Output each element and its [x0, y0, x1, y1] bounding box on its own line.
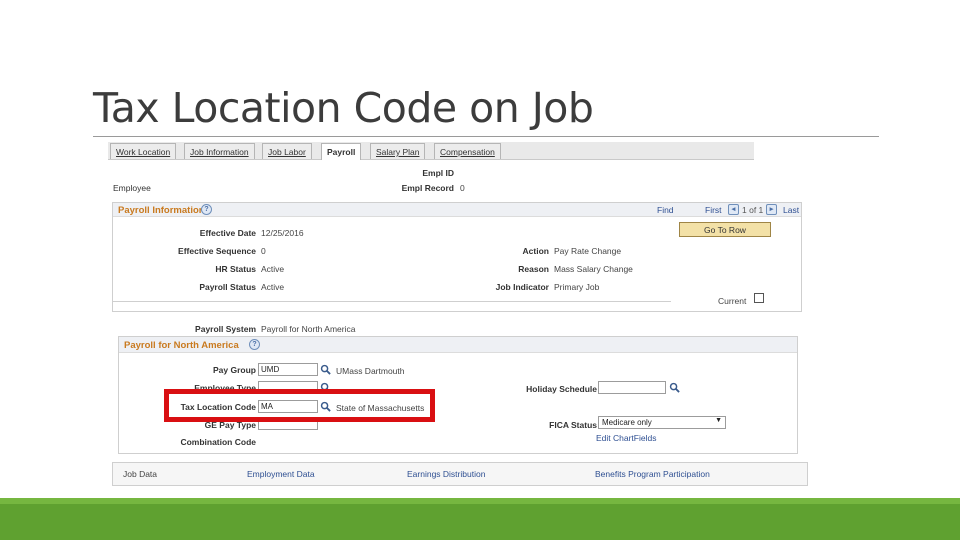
job-indicator-label: Job Indicator: [495, 282, 549, 292]
first-link[interactable]: First: [705, 205, 722, 215]
holiday-schedule-input[interactable]: [598, 381, 666, 394]
slide-title: Tax Location Code on Job: [93, 84, 594, 132]
empl-record-label: Empl Record: [401, 183, 454, 193]
payroll-information-group: Payroll Information ? Find First ◂ 1 of …: [112, 202, 802, 312]
help-icon[interactable]: ?: [249, 339, 260, 350]
pay-group-search-icon[interactable]: [320, 364, 331, 375]
last-link[interactable]: Last: [783, 205, 799, 215]
holiday-schedule-label: Holiday Schedule: [526, 384, 597, 394]
footer-accent-line: [0, 498, 960, 504]
tab-compensation[interactable]: Compensation: [434, 143, 501, 159]
footer-employment-data[interactable]: Employment Data: [247, 469, 315, 479]
reason-label: Reason: [518, 264, 549, 274]
effective-sequence-label: Effective Sequence: [178, 246, 256, 256]
footer-accent-band: [0, 498, 960, 540]
payroll-information-title: Payroll Information: [118, 205, 205, 216]
empl-id-label: Empl ID: [422, 168, 454, 178]
hr-status-value: Active: [261, 264, 285, 274]
current-label: Current: [718, 296, 747, 306]
fica-status-value: Medicare only: [602, 418, 652, 427]
go-to-row-button[interactable]: Go To Row: [679, 222, 771, 237]
pay-group-label: Pay Group: [213, 365, 256, 375]
payroll-information-header: Payroll Information ? Find First ◂ 1 of …: [113, 203, 801, 217]
holiday-schedule-search-icon[interactable]: [669, 382, 680, 393]
peoplesoft-screenshot: Work Location Job Information Job Labor …: [108, 140, 808, 490]
tab-work-location[interactable]: Work Location: [110, 143, 177, 159]
pay-group-description: UMass Dartmouth: [336, 366, 405, 376]
pay-group-input[interactable]: UMD: [258, 363, 318, 376]
action-value: Pay Rate Change: [554, 246, 622, 256]
find-link[interactable]: Find: [657, 205, 674, 215]
help-icon[interactable]: ?: [201, 204, 212, 215]
empl-record-value: 0: [460, 183, 465, 193]
footer-job-data[interactable]: Job Data: [123, 469, 157, 479]
fica-status-label: FICA Status: [549, 420, 597, 430]
current-checkbox[interactable]: [754, 293, 764, 303]
hr-status-label: HR Status: [215, 264, 256, 274]
tab-job-information[interactable]: Job Information: [184, 143, 255, 159]
effective-sequence-value: 0: [261, 246, 266, 256]
tab-salary-plan[interactable]: Salary Plan: [370, 143, 426, 159]
payroll-status-value: Active: [261, 282, 285, 292]
effective-date-value: 12/25/2016: [261, 228, 304, 238]
payroll-system-value: Payroll for North America: [261, 324, 356, 334]
combination-code-label: Combination Code: [180, 437, 256, 447]
tax-location-highlight-box: [164, 389, 435, 422]
payroll-info-divider: [113, 301, 671, 302]
payroll-system-label: Payroll System: [195, 324, 256, 334]
footer-benefits-program-participation[interactable]: Benefits Program Participation: [595, 469, 710, 479]
last-arrow-icon[interactable]: ▸: [766, 204, 777, 215]
row-count: 1 of 1: [742, 205, 764, 215]
chevron-down-icon: ▼: [715, 417, 722, 424]
payroll-north-america-header: Payroll for North America ?: [119, 337, 797, 353]
reason-value: Mass Salary Change: [554, 264, 633, 274]
employee-label: Employee: [113, 183, 151, 193]
footer-earnings-distribution[interactable]: Earnings Distribution: [407, 469, 485, 479]
fica-status-select[interactable]: Medicare only ▼: [598, 416, 726, 429]
effective-date-label: Effective Date: [199, 228, 256, 238]
payroll-status-label: Payroll Status: [199, 282, 256, 292]
payroll-north-america-title: Payroll for North America: [124, 340, 239, 351]
footer-nav: Job Data Employment Data Earnings Distri…: [112, 462, 808, 486]
title-divider: [93, 136, 879, 137]
tab-payroll[interactable]: Payroll: [321, 143, 362, 160]
first-arrow-icon[interactable]: ◂: [728, 204, 739, 215]
edit-chartfields-link[interactable]: Edit ChartFields: [596, 433, 656, 443]
action-label: Action: [522, 246, 549, 256]
tab-job-labor[interactable]: Job Labor: [262, 143, 312, 159]
job-indicator-value: Primary Job: [554, 282, 600, 292]
